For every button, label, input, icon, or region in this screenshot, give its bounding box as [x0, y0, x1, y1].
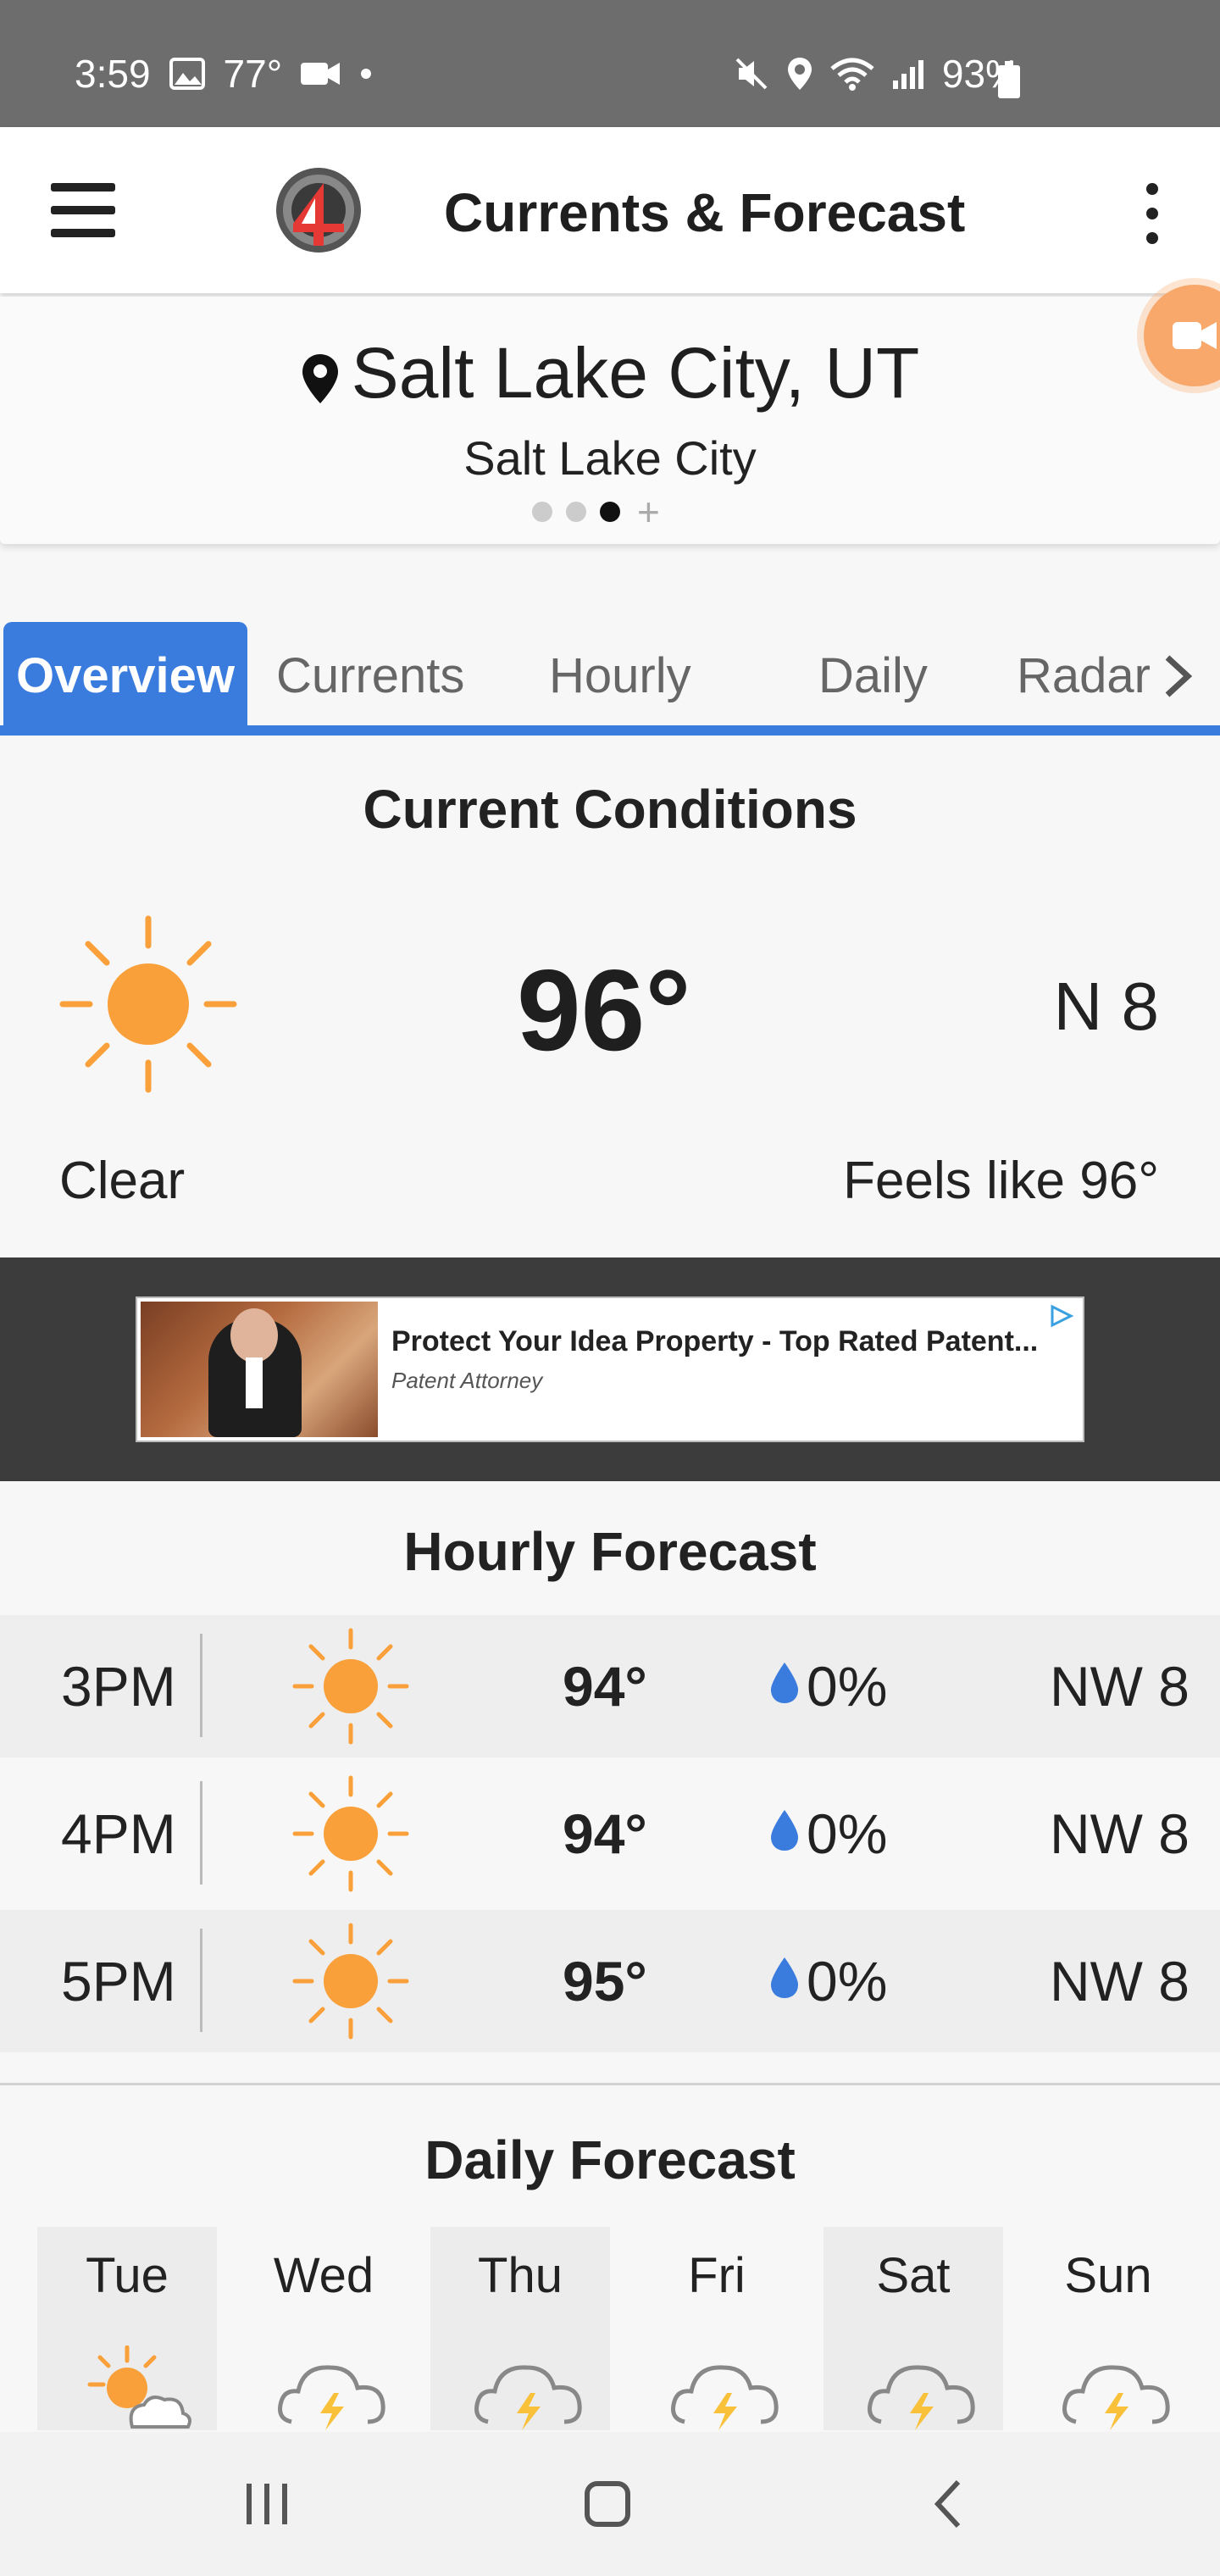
feels-like: Feels like 96° [843, 1152, 1159, 1210]
location-title-row: Salt Lake City, UT [0, 332, 1220, 414]
row-divider [200, 1929, 202, 2032]
hour-time: 3PM [61, 1655, 176, 1718]
battery-icon [998, 61, 1020, 98]
ad-choices-icon[interactable] [1047, 1303, 1074, 1329]
daily-column[interactable]: Thu [430, 2227, 610, 2430]
ad-image [141, 1302, 378, 1437]
current-temperature: 96° [517, 946, 691, 1074]
page-dot[interactable] [566, 502, 586, 522]
daily-forecast-title: Daily Forecast [424, 2129, 796, 2190]
row-divider [200, 1781, 202, 1885]
back-button[interactable] [910, 2466, 986, 2542]
gallery-icon [169, 58, 205, 90]
menu-button[interactable] [51, 183, 115, 237]
map-pin-icon [302, 353, 338, 403]
sun-icon [59, 915, 237, 1093]
hourly-row[interactable]: 5PM 95° 0% NW 8 [0, 1910, 1220, 2052]
day-name: Fri [688, 2248, 746, 2303]
tab-overview[interactable]: Overview [3, 622, 247, 729]
location-page-indicator: + [532, 492, 660, 531]
station-logo [276, 168, 361, 253]
section-divider [0, 2083, 1220, 2085]
sun-icon [292, 1775, 409, 1892]
sun-icon [292, 1923, 409, 2040]
row-divider [200, 1634, 202, 1737]
hour-precipitation: 0% [807, 1802, 888, 1865]
hour-time: 4PM [61, 1802, 176, 1865]
ad-content[interactable]: Protect Your Idea Property - Top Rated P… [136, 1296, 1084, 1442]
hourly-row[interactable]: 4PM 94° 0% NW 8 [0, 1763, 1220, 1905]
status-bar: 3:59 77° 93% [0, 0, 1220, 127]
mute-icon [735, 58, 768, 90]
day-name: Tue [86, 2248, 169, 2303]
hour-time: 5PM [61, 1950, 176, 2012]
status-time: 3:59 [75, 52, 151, 96]
app-title: Currents & Forecast [444, 182, 966, 243]
day-name: Thu [478, 2248, 563, 2303]
daily-column[interactable]: Sun [1018, 2227, 1198, 2430]
add-location-icon[interactable]: + [637, 492, 660, 531]
hour-precipitation: 0% [807, 1950, 888, 2012]
hour-wind: NW 8 [1050, 1655, 1190, 1718]
hour-wind: NW 8 [1050, 1950, 1190, 2012]
hour-precipitation: 0% [807, 1655, 888, 1718]
thunderstorm-icon [278, 2365, 385, 2430]
location-icon [787, 58, 812, 90]
current-wind: N 8 [1053, 969, 1160, 1044]
tab-daily[interactable]: Daily [818, 622, 928, 729]
current-conditions-title: Current Conditions [363, 779, 857, 840]
system-nav-bar [0, 2432, 1220, 2576]
thunderstorm-icon [1062, 2365, 1170, 2430]
page-dot[interactable] [532, 502, 552, 522]
hourly-row[interactable]: 3PM 94° 0% NW 8 [0, 1615, 1220, 1757]
signal-icon [892, 60, 923, 89]
ad-title: Protect Your Idea Property - Top Rated P… [391, 1325, 1039, 1357]
daily-column[interactable]: Sat [824, 2227, 1003, 2430]
ad-subtitle: Patent Attorney [391, 1368, 543, 1393]
partly-cloudy-icon [87, 2346, 191, 2429]
daily-column[interactable]: Fri [627, 2227, 807, 2430]
daily-column[interactable]: Wed [234, 2227, 413, 2430]
app-bar: Currents & Forecast [0, 127, 1220, 293]
hour-temperature: 94° [563, 1655, 647, 1718]
tab-bar: Overview Currents Hourly Daily Radar [0, 622, 1220, 737]
hourly-forecast-title: Hourly Forecast [403, 1521, 817, 1582]
tab-currents[interactable]: Currents [276, 622, 464, 729]
status-temp: 77° [223, 52, 283, 96]
day-name: Wed [273, 2248, 374, 2303]
raindrop-icon [771, 1810, 798, 1851]
video-camera-icon [1173, 322, 1217, 349]
chevron-right-icon[interactable] [1162, 654, 1193, 698]
ad-banner: Protect Your Idea Property - Top Rated P… [0, 1257, 1220, 1481]
raindrop-icon [771, 1957, 798, 1998]
thunderstorm-icon [671, 2365, 779, 2430]
tab-radar[interactable]: Radar [1017, 622, 1151, 729]
day-name: Sat [876, 2248, 951, 2303]
tab-hourly[interactable]: Hourly [549, 622, 691, 729]
page-dot-active[interactable] [600, 502, 620, 522]
recent-apps-icon [247, 2484, 287, 2524]
location-card[interactable]: Salt Lake City, UT Salt Lake City + [0, 297, 1220, 544]
day-name: Sun [1064, 2248, 1152, 2303]
back-icon [934, 2479, 961, 2529]
tab-indicator [0, 725, 1220, 736]
sun-icon [292, 1628, 409, 1745]
hour-temperature: 94° [563, 1802, 647, 1865]
home-button[interactable] [569, 2466, 646, 2542]
home-icon [585, 2481, 630, 2527]
hour-wind: NW 8 [1050, 1802, 1190, 1865]
thunderstorm-icon [868, 2365, 975, 2430]
more-options-button[interactable] [1135, 183, 1169, 244]
daily-column[interactable]: Tue [37, 2227, 217, 2430]
dot-icon [361, 69, 372, 79]
raindrop-icon [771, 1663, 798, 1703]
video-icon [301, 63, 341, 85]
location-subtitle: Salt Lake City [463, 431, 757, 485]
hour-temperature: 95° [563, 1950, 647, 2012]
thunderstorm-icon [474, 2365, 582, 2430]
current-condition: Clear [59, 1152, 186, 1210]
wifi-icon [830, 58, 874, 91]
location-name: Salt Lake City, UT [351, 333, 920, 413]
recent-apps-button[interactable] [229, 2466, 305, 2542]
